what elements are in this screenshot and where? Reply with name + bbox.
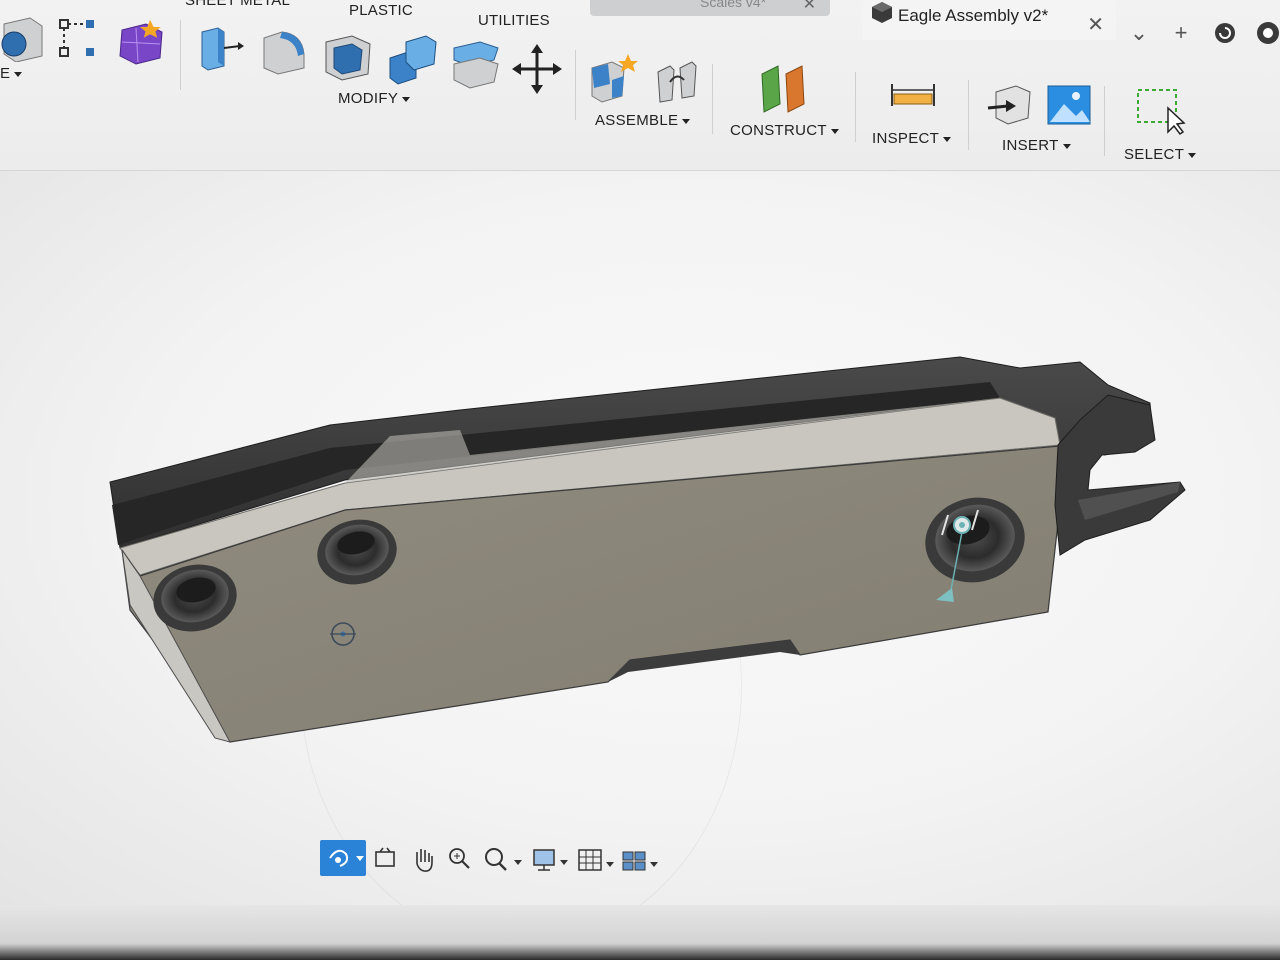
monitor-bezel xyxy=(0,905,1280,960)
tab-sheet-metal[interactable]: SHEET METAL xyxy=(185,0,290,9)
new-component-icon[interactable] xyxy=(588,54,640,104)
create-group-label[interactable]: E xyxy=(0,65,23,82)
plus-icon[interactable]: + xyxy=(1164,20,1198,48)
select-icon[interactable] xyxy=(1134,86,1186,136)
joint-icon[interactable] xyxy=(652,56,702,106)
close-icon[interactable]: ✕ xyxy=(803,0,816,14)
orbit-button[interactable] xyxy=(320,840,366,876)
measure-icon[interactable] xyxy=(888,80,940,110)
fillet-icon[interactable] xyxy=(258,24,310,76)
tab-utilities[interactable]: UTILITIES xyxy=(478,12,550,29)
inspect-group-label[interactable]: INSPECT xyxy=(872,130,952,147)
chevron-down-icon[interactable]: ⌄ xyxy=(1122,20,1156,48)
insert-group-label[interactable]: INSERT xyxy=(1002,137,1071,154)
form-tool-icon[interactable] xyxy=(0,12,44,62)
navigation-bar xyxy=(318,840,663,880)
component-cube-icon xyxy=(870,0,894,30)
offset-plane-icon[interactable] xyxy=(758,62,814,114)
tab-scales[interactable]: Scales v4* ✕ xyxy=(590,0,830,16)
canvas-viewport[interactable] xyxy=(0,170,1280,947)
shell-icon[interactable] xyxy=(322,30,374,82)
close-icon[interactable]: ✕ xyxy=(1087,12,1104,37)
create-form-icon[interactable] xyxy=(116,18,166,66)
modify-group-label[interactable]: MODIFY xyxy=(338,90,411,107)
zoom-window-button[interactable] xyxy=(444,840,474,876)
look-at-button[interactable] xyxy=(370,840,400,876)
pan-button[interactable] xyxy=(408,840,438,876)
history-icon[interactable] xyxy=(1208,20,1242,48)
model-body[interactable] xyxy=(0,170,1280,910)
move-copy-icon[interactable] xyxy=(512,44,562,94)
press-pull-icon[interactable] xyxy=(196,22,246,72)
sketch-tool-icon[interactable] xyxy=(54,16,100,62)
construct-group-label[interactable]: CONSTRUCT xyxy=(730,122,839,139)
tab-scales-label: Scales v4* xyxy=(700,0,767,10)
combine-icon[interactable] xyxy=(386,32,440,86)
select-group-label[interactable]: SELECT xyxy=(1124,146,1197,163)
tab-plastic[interactable]: PLASTIC xyxy=(349,2,413,19)
canvas-image-icon[interactable] xyxy=(1046,82,1094,128)
display-settings-button[interactable] xyxy=(528,840,572,876)
account-icon[interactable] xyxy=(1250,20,1280,48)
assemble-group-label[interactable]: ASSEMBLE xyxy=(595,112,691,129)
grid-settings-button[interactable] xyxy=(574,840,618,876)
zoom-button[interactable] xyxy=(480,840,524,876)
viewports-button[interactable] xyxy=(618,840,662,876)
insert-derive-icon[interactable] xyxy=(986,82,1036,128)
replace-face-icon[interactable] xyxy=(450,38,502,90)
tab-eagle-assembly-label: Eagle Assembly v2* xyxy=(898,6,1049,25)
tab-eagle-assembly[interactable]: Eagle Assembly v2* ✕ xyxy=(862,0,1116,40)
